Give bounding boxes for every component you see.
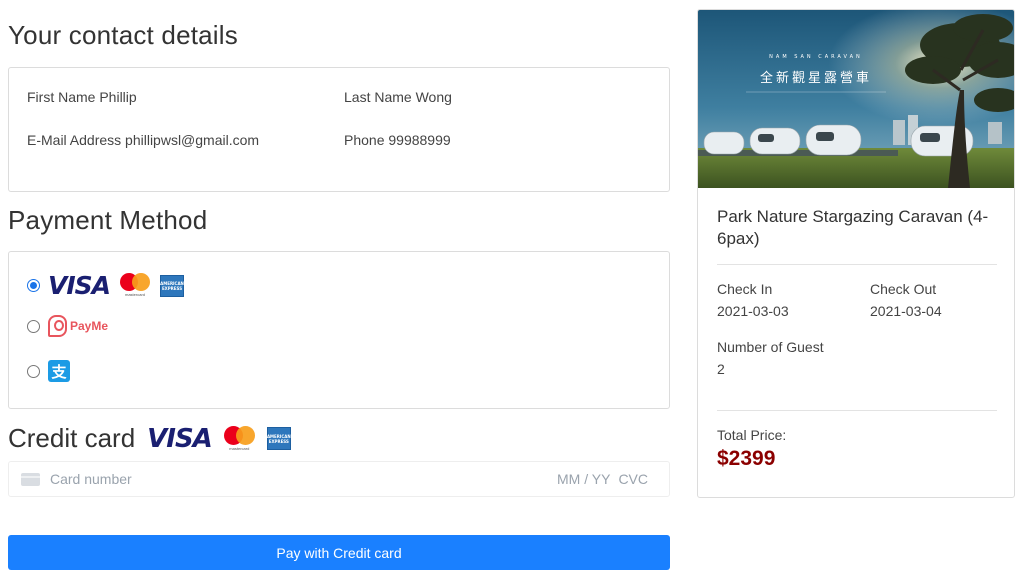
payment-method-title: Payment Method: [8, 205, 208, 235]
total-price-label: Total Price:: [717, 427, 787, 443]
card-number-placeholder[interactable]: Card number: [50, 471, 557, 487]
caravan-photo: NAM SAN CARAVAN 全新觀星露營車: [698, 10, 1014, 188]
visa-logo: VISA: [147, 423, 213, 454]
payme-radio[interactable]: [27, 319, 40, 333]
check-in-value: 2021-03-03: [717, 303, 789, 319]
visa-logo: VISA: [48, 271, 111, 300]
check-out-value: 2021-03-04: [870, 303, 942, 319]
svg-text:NAM SAN CARAVAN: NAM SAN CARAVAN: [769, 54, 863, 60]
booking-summary-card: NAM SAN CARAVAN 全新觀星露營車 Park Nature Star…: [697, 9, 1015, 498]
credit-card-radio[interactable]: [27, 279, 40, 292]
payme-icon: [48, 315, 67, 337]
mastercard-logo: mastercard: [223, 425, 255, 452]
phone-field: Phone 99988999: [344, 132, 451, 148]
check-in-label: Check In: [717, 281, 773, 297]
amex-logo: AMERICAN EXPRESS: [266, 427, 291, 450]
email-field: E-Mail Address phillipwsl@gmail.com: [27, 132, 260, 148]
divider: [717, 410, 997, 411]
contact-details-title: Your contact details: [8, 20, 238, 50]
card-number-input[interactable]: Card number MM / YY CVC: [8, 461, 670, 497]
last-name-field: Last Name Wong: [344, 89, 452, 105]
check-out-label: Check Out: [870, 281, 937, 297]
contact-details-card: First Name Phillip Last Name Wong E-Mail…: [8, 67, 670, 192]
payment-option-alipay[interactable]: 支: [27, 360, 70, 382]
pay-with-credit-card-button[interactable]: Pay with Credit card: [8, 535, 670, 570]
total-price-value: $2399: [717, 447, 776, 470]
payment-method-card: VISA mastercard AMERICAN EXPRESS PayMe 支: [8, 251, 670, 409]
payme-logo: PayMe: [48, 315, 108, 337]
card-icon: [21, 472, 40, 486]
credit-card-header: Credit card VISA mastercard AMERICAN EXP…: [8, 423, 291, 454]
amex-logo: AMERICAN EXPRESS: [160, 274, 185, 297]
guests-label: Number of Guest: [717, 339, 824, 355]
alipay-radio[interactable]: [27, 364, 40, 378]
svg-text:全新觀星露營車: 全新觀星露營車: [760, 70, 872, 86]
card-expiry-placeholder[interactable]: MM / YY: [557, 471, 610, 487]
payment-option-credit-card[interactable]: VISA mastercard AMERICAN EXPRESS: [27, 271, 185, 300]
product-title: Park Nature Stargazing Caravan (4-6pax): [717, 207, 989, 248]
card-cvc-placeholder[interactable]: CVC: [618, 471, 648, 487]
guests-value: 2: [717, 361, 725, 377]
first-name-field: First Name Phillip: [27, 89, 137, 105]
payment-option-payme[interactable]: PayMe: [27, 315, 108, 337]
mastercard-logo: mastercard: [120, 272, 151, 299]
alipay-icon: 支: [48, 360, 70, 382]
divider: [717, 264, 997, 265]
credit-card-title: Credit card: [8, 423, 136, 453]
